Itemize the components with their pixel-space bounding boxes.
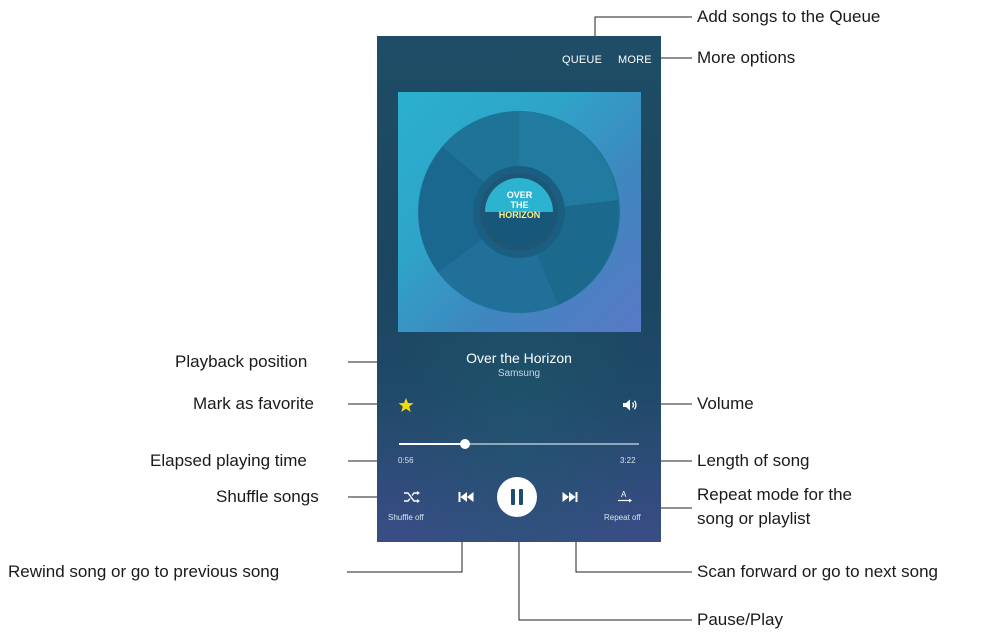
callout-elapsed-time: Elapsed playing time <box>150 451 307 470</box>
shuffle-icon[interactable] <box>403 490 421 504</box>
previous-icon[interactable] <box>458 492 474 502</box>
callout-add-songs-queue: Add songs to the Queue <box>697 7 881 26</box>
progress-thumb[interactable] <box>460 439 471 449</box>
more-button[interactable]: MORE <box>618 54 652 66</box>
song-artist: Samsung <box>497 368 541 379</box>
callout-scan-forward: Scan forward or go to next song <box>697 562 938 581</box>
song-title: Over the Horizon <box>466 350 572 366</box>
pause-icon <box>511 489 523 505</box>
next-icon[interactable] <box>562 492 578 502</box>
callout-playback-position: Playback position <box>175 352 308 371</box>
callout-volume: Volume <box>697 394 754 413</box>
playback-position-slider[interactable] <box>399 439 639 449</box>
song-length: 3:22 <box>620 456 636 465</box>
album-art: OVER THE HORIZON <box>398 92 641 332</box>
callout-mark-favorite: Mark as favorite <box>193 394 314 413</box>
repeat-status-label: Repeat off <box>604 513 641 522</box>
callout-rewind: Rewind song or go to previous song <box>8 562 280 581</box>
queue-button[interactable]: QUEUE <box>562 54 602 66</box>
callout-more-options: More options <box>697 48 796 67</box>
callout-repeat-mode: song or playlist <box>697 509 811 528</box>
shuffle-status-label: Shuffle off <box>388 513 424 522</box>
star-icon[interactable] <box>398 397 414 413</box>
progress-fill <box>399 443 466 445</box>
callout-repeat-mode: Repeat mode for the <box>697 485 852 504</box>
album-title-line: HORIZON <box>498 210 541 220</box>
callout-length-of-song: Length of song <box>697 451 810 470</box>
repeat-icon[interactable]: A <box>617 489 633 503</box>
music-player-screen: QUEUE MORE OVER THE HORIZON Over the Hor… <box>377 36 661 542</box>
repeat-glyph: A <box>621 490 627 499</box>
elapsed-time: 0:56 <box>398 456 414 465</box>
pause-play-button[interactable] <box>497 477 537 517</box>
volume-icon[interactable] <box>622 398 638 412</box>
callout-pause-play: Pause/Play <box>697 610 783 629</box>
album-title-line: OVER <box>506 190 533 200</box>
callout-shuffle-songs: Shuffle songs <box>216 487 319 506</box>
album-title-line: THE <box>510 200 529 210</box>
